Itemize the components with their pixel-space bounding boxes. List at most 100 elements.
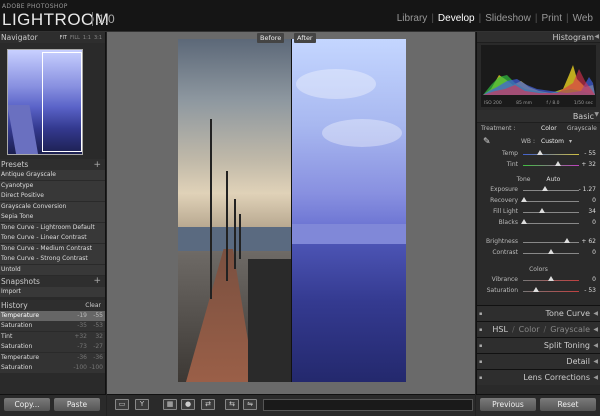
fill-light-slider[interactable]: Fill Light 34 (477, 207, 600, 218)
brightness-slider[interactable]: Brightness + 62 (477, 237, 600, 248)
add-snapshot-icon[interactable]: + (93, 276, 105, 286)
blacks-value[interactable]: 0 (592, 219, 596, 226)
zoom-fill[interactable]: FILL (70, 35, 80, 41)
hsl-panel-header[interactable]: ▪ HSL / Color / Grayscale ◀ (477, 321, 600, 337)
preset-item[interactable]: Tone Curve - Medium Contrast (0, 243, 105, 254)
slider-track[interactable] (523, 201, 579, 202)
saturation-value[interactable]: - 53 (584, 287, 596, 294)
navigator-header[interactable]: Navigator FIT FILL 1:1 3:1 (0, 32, 105, 43)
saturation-slider[interactable]: Saturation - 53 (477, 286, 600, 297)
preset-item[interactable]: Sepia Tone (0, 212, 105, 222)
preset-item[interactable]: Tone Curve - Strong Contrast (0, 254, 105, 264)
tint-slider[interactable]: Tint + 32 (477, 160, 600, 171)
presets-header[interactable]: Presets + (0, 159, 105, 170)
slider-knob[interactable] (521, 197, 528, 202)
blacks-slider[interactable]: Blacks 0 (477, 218, 600, 229)
module-library[interactable]: Library (394, 13, 431, 24)
snapshot-item[interactable]: Import (0, 286, 105, 297)
slider-knob[interactable] (563, 238, 570, 243)
slider-track[interactable] (523, 212, 579, 213)
expand-triangle-icon[interactable]: ◀ (593, 374, 598, 381)
zoom-1-1[interactable]: 1:1 (83, 35, 91, 41)
vibrance-value[interactable]: 0 (592, 276, 596, 283)
histogram-header[interactable]: Histogram ◀ (477, 32, 600, 43)
slider-track[interactable] (523, 223, 579, 224)
history-row[interactable]: Saturation -73 -27 (0, 342, 105, 352)
panel-switch-icon[interactable]: ▪ (479, 343, 482, 349)
zoom-fit[interactable]: FIT (60, 35, 67, 41)
collapse-triangle-icon[interactable]: ▼ (594, 111, 599, 118)
basic-header[interactable]: Basic ▼ (477, 110, 600, 123)
eyedropper-icon[interactable]: ✎ (483, 137, 491, 147)
swap-icon[interactable]: ⇆ (225, 399, 239, 410)
slider-knob[interactable] (542, 186, 549, 191)
lens-corrections-panel-header[interactable]: ▪ Lens Corrections ◀ (477, 369, 600, 385)
history-clear-button[interactable]: Clear (85, 302, 105, 309)
hsl-title[interactable]: HSL (492, 325, 508, 334)
loupe-view-icon[interactable]: ▭ (115, 399, 129, 410)
navigator-thumbnail[interactable] (7, 49, 83, 155)
slider-track[interactable] (523, 242, 579, 243)
temp-slider[interactable]: Temp - 55 (477, 149, 600, 160)
contrast-value[interactable]: 0 (592, 249, 596, 256)
history-row[interactable]: Temperature -19 -55 (0, 310, 105, 321)
exposure-slider[interactable]: Exposure - 1.27 (477, 185, 600, 196)
before-image[interactable] (178, 39, 291, 382)
exposure-value[interactable]: - 1.27 (579, 186, 596, 193)
panel-switch-icon[interactable]: ▪ (479, 327, 482, 333)
after-image[interactable] (292, 39, 406, 382)
panel-switch-icon[interactable]: ▪ (479, 311, 482, 317)
expand-triangle-icon[interactable]: ◀ (593, 326, 598, 333)
slider-knob[interactable] (548, 276, 554, 281)
slider-knob[interactable] (548, 249, 554, 254)
copy-before-after-icon[interactable]: ⇋ (243, 399, 257, 410)
slider-knob[interactable] (554, 161, 561, 166)
expand-triangle-icon[interactable]: ◀ (593, 358, 598, 365)
treatment-color[interactable]: Color (541, 125, 557, 132)
slider-track[interactable] (523, 154, 579, 155)
auto-tone-button[interactable]: Auto (546, 176, 560, 183)
recovery-slider[interactable]: Recovery 0 (477, 196, 600, 207)
slider-knob[interactable] (536, 150, 543, 155)
module-develop[interactable]: Develop (435, 13, 478, 24)
previous-button[interactable]: Previous (480, 398, 536, 411)
history-row[interactable]: Tint +32 32 (0, 331, 105, 342)
navigator-view-rect[interactable] (42, 52, 82, 152)
wb-select[interactable]: Custom (541, 138, 564, 145)
module-web[interactable]: Web (570, 13, 596, 24)
preset-item[interactable]: Tone Curve - Lightroom Default (0, 222, 105, 233)
module-slideshow[interactable]: Slideshow (482, 13, 534, 24)
slider-track[interactable] (523, 190, 579, 191)
paste-settings-button[interactable]: Paste (54, 398, 100, 411)
preset-item[interactable]: Antique Grayscale (0, 170, 105, 180)
history-row[interactable]: Temperature -36 -36 (0, 352, 105, 363)
slider-track[interactable] (523, 291, 579, 292)
zoom-3-1[interactable]: 3:1 (94, 35, 102, 41)
collapse-triangle-icon[interactable]: ◀ (594, 33, 599, 40)
split-toning-panel-header[interactable]: ▪ Split Toning ◀ (477, 337, 600, 353)
reset-button[interactable]: Reset (540, 398, 596, 411)
preset-item[interactable]: Untold (0, 264, 105, 275)
tint-value[interactable]: + 32 (581, 161, 596, 168)
vibrance-slider[interactable]: Vibrance 0 (477, 275, 600, 286)
brightness-value[interactable]: + 62 (581, 238, 596, 245)
module-print[interactable]: Print (538, 13, 565, 24)
slider-knob[interactable] (533, 287, 540, 292)
preset-item[interactable]: Direct Positive (0, 191, 105, 201)
color-title[interactable]: Color (519, 325, 540, 334)
preset-item[interactable]: Tone Curve - Linear Contrast (0, 233, 105, 243)
contrast-slider[interactable]: Contrast 0 (477, 248, 600, 259)
temp-value[interactable]: - 55 (584, 150, 596, 157)
history-row[interactable]: Saturation -100 -100 (0, 363, 105, 373)
snapshots-header[interactable]: Snapshots + (0, 275, 105, 287)
fill-light-value[interactable]: 34 (588, 208, 596, 215)
detail-panel-header[interactable]: ▪ Detail ◀ (477, 353, 600, 369)
panel-switch-icon[interactable]: ▪ (479, 359, 482, 365)
crop-icon[interactable]: ▦ (163, 399, 177, 410)
copy-settings-button[interactable]: Copy... (4, 398, 50, 411)
chevron-down-icon[interactable]: ▾ (569, 138, 572, 145)
treatment-grayscale[interactable]: Grayscale (567, 125, 597, 132)
history-row[interactable]: Saturation -35 -53 (0, 321, 105, 331)
slider-track[interactable] (523, 165, 579, 166)
slider-knob[interactable] (521, 219, 528, 224)
